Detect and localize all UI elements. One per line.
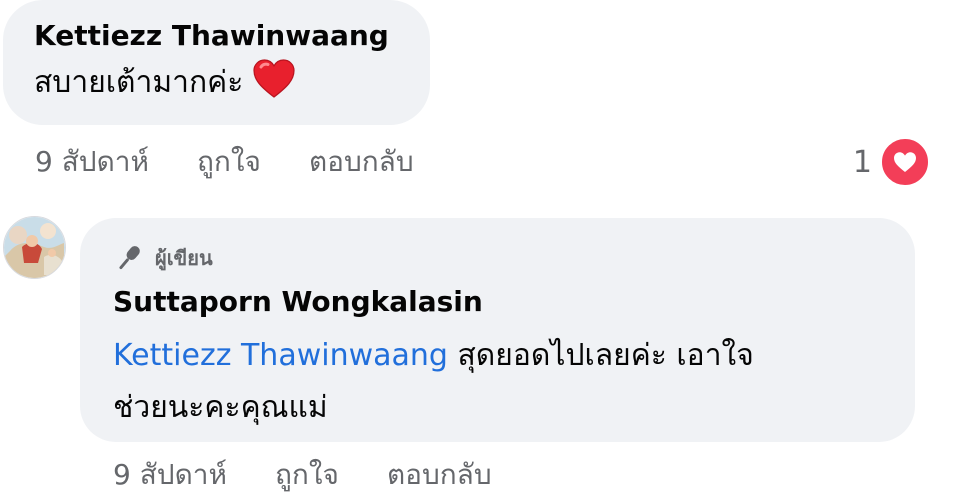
comment-author[interactable]: Kettiezz Thawinwaang (34, 16, 430, 56)
reply-bubble: ผู้เขียน Suttaporn Wongkalasin Kettiezz … (80, 218, 915, 442)
red-heart-emoji-icon (253, 59, 295, 98)
reply-like-button[interactable]: ถูกใจ (275, 453, 339, 497)
comment-timestamp[interactable]: 9 สัปดาห์ (35, 140, 149, 184)
reply-reply-button[interactable]: ตอบกลับ (387, 453, 492, 497)
microphone-icon (119, 246, 140, 270)
comment-meta: 9 สัปดาห์ ถูกใจ ตอบกลับ (35, 140, 462, 184)
reply-author[interactable]: Suttaporn Wongkalasin (113, 282, 915, 322)
reply-meta: 9 สัปดาห์ ถูกใจ ตอบกลับ (113, 453, 540, 497)
reply-text-line-2: ช่วยนะคะคุณแม่ (113, 390, 328, 425)
reply-text-rest: สุดยอดไปเลยค่ะ เอาใจ (447, 338, 754, 373)
reply-timestamp[interactable]: 9 สัปดาห์ (113, 453, 227, 497)
author-badge-label: ผู้เขียน (155, 246, 213, 270)
avatar-image (4, 217, 65, 278)
reaction-summary[interactable]: 1 (853, 137, 930, 187)
reaction-count: 1 (852, 144, 872, 180)
author-badge: ผู้เขียน (113, 240, 915, 276)
like-button[interactable]: ถูกใจ (197, 140, 261, 184)
comment-bubble: Kettiezz Thawinwaang สบายเต้ามากค่ะ (3, 0, 430, 125)
avatar[interactable] (3, 216, 66, 279)
love-reaction-icon (880, 137, 930, 187)
reply-text-line-1: Kettiezz Thawinwaang สุดยอดไปเลยค่ะ เอาใ… (113, 332, 915, 380)
reply-button[interactable]: ตอบกลับ (309, 140, 414, 184)
comment-text-content: สบายเต้ามากค่ะ (34, 65, 244, 100)
mention-link[interactable]: Kettiezz Thawinwaang (113, 338, 448, 373)
comment-text: สบายเต้ามากค่ะ (34, 56, 430, 107)
